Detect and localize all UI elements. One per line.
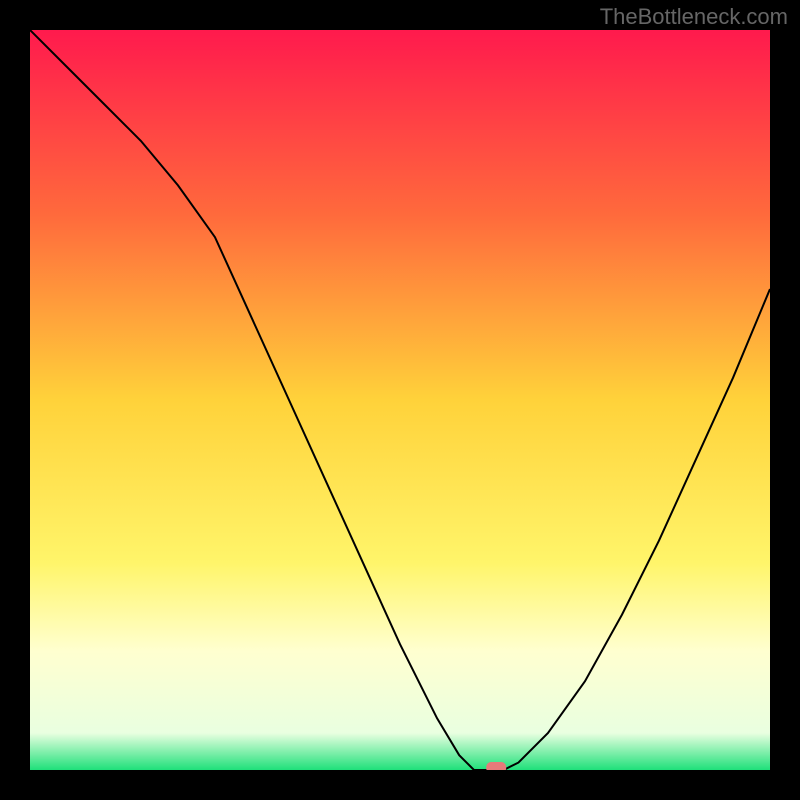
plot-area [30, 30, 770, 770]
optimal-marker [486, 762, 506, 770]
watermark-text: TheBottleneck.com [600, 4, 788, 30]
chart-svg [30, 30, 770, 770]
chart-frame: TheBottleneck.com [0, 0, 800, 800]
